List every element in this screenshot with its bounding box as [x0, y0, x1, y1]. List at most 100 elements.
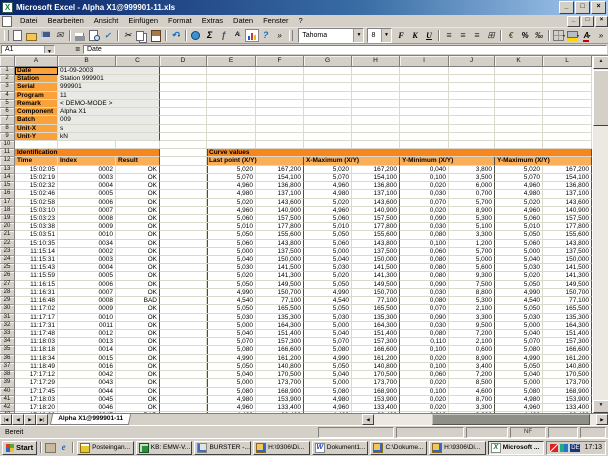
result-cell[interactable]: OK	[116, 166, 160, 174]
row-header-28[interactable]: 28	[0, 289, 15, 297]
row-header-17[interactable]: 17	[0, 199, 15, 207]
undo-button[interactable]: ↶▾	[169, 29, 183, 42]
value-cell[interactable]: 5,000	[207, 248, 256, 256]
value-cell[interactable]: 8,700	[449, 396, 495, 404]
horizontal-scrollbar[interactable]: ◀ ▶	[362, 414, 608, 425]
value-cell[interactable]: 167,200	[256, 166, 304, 174]
index-cell[interactable]: 0007	[58, 289, 116, 297]
value-cell[interactable]: 0,080	[400, 297, 449, 305]
cell[interactable]	[304, 125, 352, 133]
value-cell[interactable]: 5,040	[304, 256, 352, 264]
row-header-15[interactable]: 15	[0, 182, 15, 190]
value-cell[interactable]: 0,070	[400, 199, 449, 207]
value-cell[interactable]: 8,500	[449, 379, 495, 387]
row-header-2[interactable]: 2	[0, 75, 15, 83]
chevron-down-icon[interactable]: ▼	[44, 46, 54, 53]
row-header-5[interactable]: 5	[0, 100, 15, 108]
time-cell[interactable]: 17:18:36	[15, 412, 58, 413]
value-cell[interactable]: 4,980	[207, 396, 256, 404]
value-cell[interactable]: 0,110	[400, 338, 449, 346]
value-cell[interactable]: 4,480	[207, 412, 256, 413]
value-cell[interactable]: 5,040	[495, 256, 543, 264]
index-cell[interactable]: 0005	[58, 272, 116, 280]
value-cell[interactable]: 4,990	[207, 355, 256, 363]
row-header-27[interactable]: 27	[0, 281, 15, 289]
cell[interactable]	[495, 116, 543, 124]
value-cell[interactable]: 5,010	[207, 223, 256, 231]
align-center-button[interactable]: ≡	[456, 29, 470, 42]
value-cell[interactable]: 0,080	[400, 231, 449, 239]
result-cell[interactable]: OK	[116, 182, 160, 190]
value-cell[interactable]: 137,500	[543, 248, 592, 256]
value-cell[interactable]: 157,500	[352, 215, 400, 223]
autosum-button[interactable]: Σ	[203, 29, 217, 42]
value-cell[interactable]: 143,800	[352, 240, 400, 248]
value-cell[interactable]: 143,600	[352, 199, 400, 207]
cell[interactable]	[495, 141, 543, 149]
value-cell[interactable]: 5,040	[495, 371, 543, 379]
cell[interactable]	[160, 125, 207, 133]
value-cell[interactable]: 7,500	[449, 281, 495, 289]
percent-button[interactable]: %	[518, 29, 532, 42]
cell[interactable]	[304, 116, 352, 124]
index-cell[interactable]: 0016	[58, 363, 116, 371]
value-cell[interactable]: 164,300	[543, 322, 592, 330]
value-cell[interactable]: 4,540	[304, 297, 352, 305]
sheet-tab[interactable]: Alpha X1@999901-11	[50, 414, 131, 425]
index-cell[interactable]: 0006	[58, 281, 116, 289]
minimize-icon[interactable]: _	[559, 1, 574, 14]
value-cell[interactable]: 150,000	[543, 256, 592, 264]
value-cell[interactable]: 155,600	[256, 231, 304, 239]
value-cell[interactable]: 149,500	[256, 281, 304, 289]
select-all-corner[interactable]	[0, 56, 15, 67]
index-cell[interactable]: 0008	[58, 215, 116, 223]
paste-button[interactable]	[149, 29, 163, 42]
column-header-B[interactable]: B	[58, 56, 116, 67]
index-cell[interactable]: 0002	[58, 248, 116, 256]
menu-item-bearbeiten[interactable]: Bearbeiten	[43, 15, 89, 27]
value-cell[interactable]: 1,200	[449, 240, 495, 248]
close-icon[interactable]: ×	[591, 1, 606, 14]
cell[interactable]	[160, 157, 207, 165]
column-header-K[interactable]: K	[495, 56, 543, 67]
value-cell[interactable]: 5,070	[304, 338, 352, 346]
value-cell[interactable]: 166,600	[352, 346, 400, 354]
value-cell[interactable]: 0,030	[400, 322, 449, 330]
value-cell[interactable]: 0,100	[400, 363, 449, 371]
value-cell[interactable]: 5,040	[495, 330, 543, 338]
info-label-cell[interactable]: Serial	[15, 83, 58, 91]
value-cell[interactable]: 153,900	[256, 396, 304, 404]
cell[interactable]	[449, 92, 495, 100]
value-cell[interactable]: 0,030	[400, 289, 449, 297]
value-cell[interactable]: 4,960	[304, 207, 352, 215]
index-cell[interactable]: 0009	[58, 223, 116, 231]
font-size-select[interactable]: 8 ▼	[367, 28, 392, 43]
value-cell[interactable]: 136,800	[256, 182, 304, 190]
value-cell[interactable]: 0,060	[400, 371, 449, 379]
cell[interactable]	[256, 125, 304, 133]
menu-item-einfgen[interactable]: Einfügen	[123, 15, 163, 27]
cell[interactable]	[352, 92, 400, 100]
cell[interactable]	[400, 108, 449, 116]
value-cell[interactable]: 141,500	[352, 264, 400, 272]
info-label-cell[interactable]: Remark	[15, 100, 58, 108]
value-cell[interactable]: 5,000	[449, 256, 495, 264]
value-cell[interactable]: 4,980	[304, 190, 352, 198]
value-cell[interactable]: 82,400	[543, 412, 592, 413]
cell[interactable]	[207, 67, 256, 75]
value-cell[interactable]: 5,030	[304, 314, 352, 322]
result-column-header[interactable]: Result	[116, 157, 160, 165]
value-cell[interactable]: 5,080	[495, 346, 543, 354]
info-value-cell[interactable]: 01-09-2003	[58, 67, 160, 75]
value-cell[interactable]: 4,540	[495, 297, 543, 305]
index-cell[interactable]: 0004	[58, 264, 116, 272]
info-label-cell[interactable]: Date	[15, 67, 58, 75]
cell[interactable]	[543, 92, 592, 100]
value-cell[interactable]: 173,700	[543, 379, 592, 387]
value-cell[interactable]: 140,900	[352, 207, 400, 215]
index-cell[interactable]: 0003	[58, 256, 116, 264]
value-cell[interactable]: 5,030	[495, 264, 543, 272]
align-left-button[interactable]: ≡	[442, 29, 456, 42]
value-cell[interactable]: 170,500	[352, 371, 400, 379]
index-cell[interactable]: 0014	[58, 346, 116, 354]
